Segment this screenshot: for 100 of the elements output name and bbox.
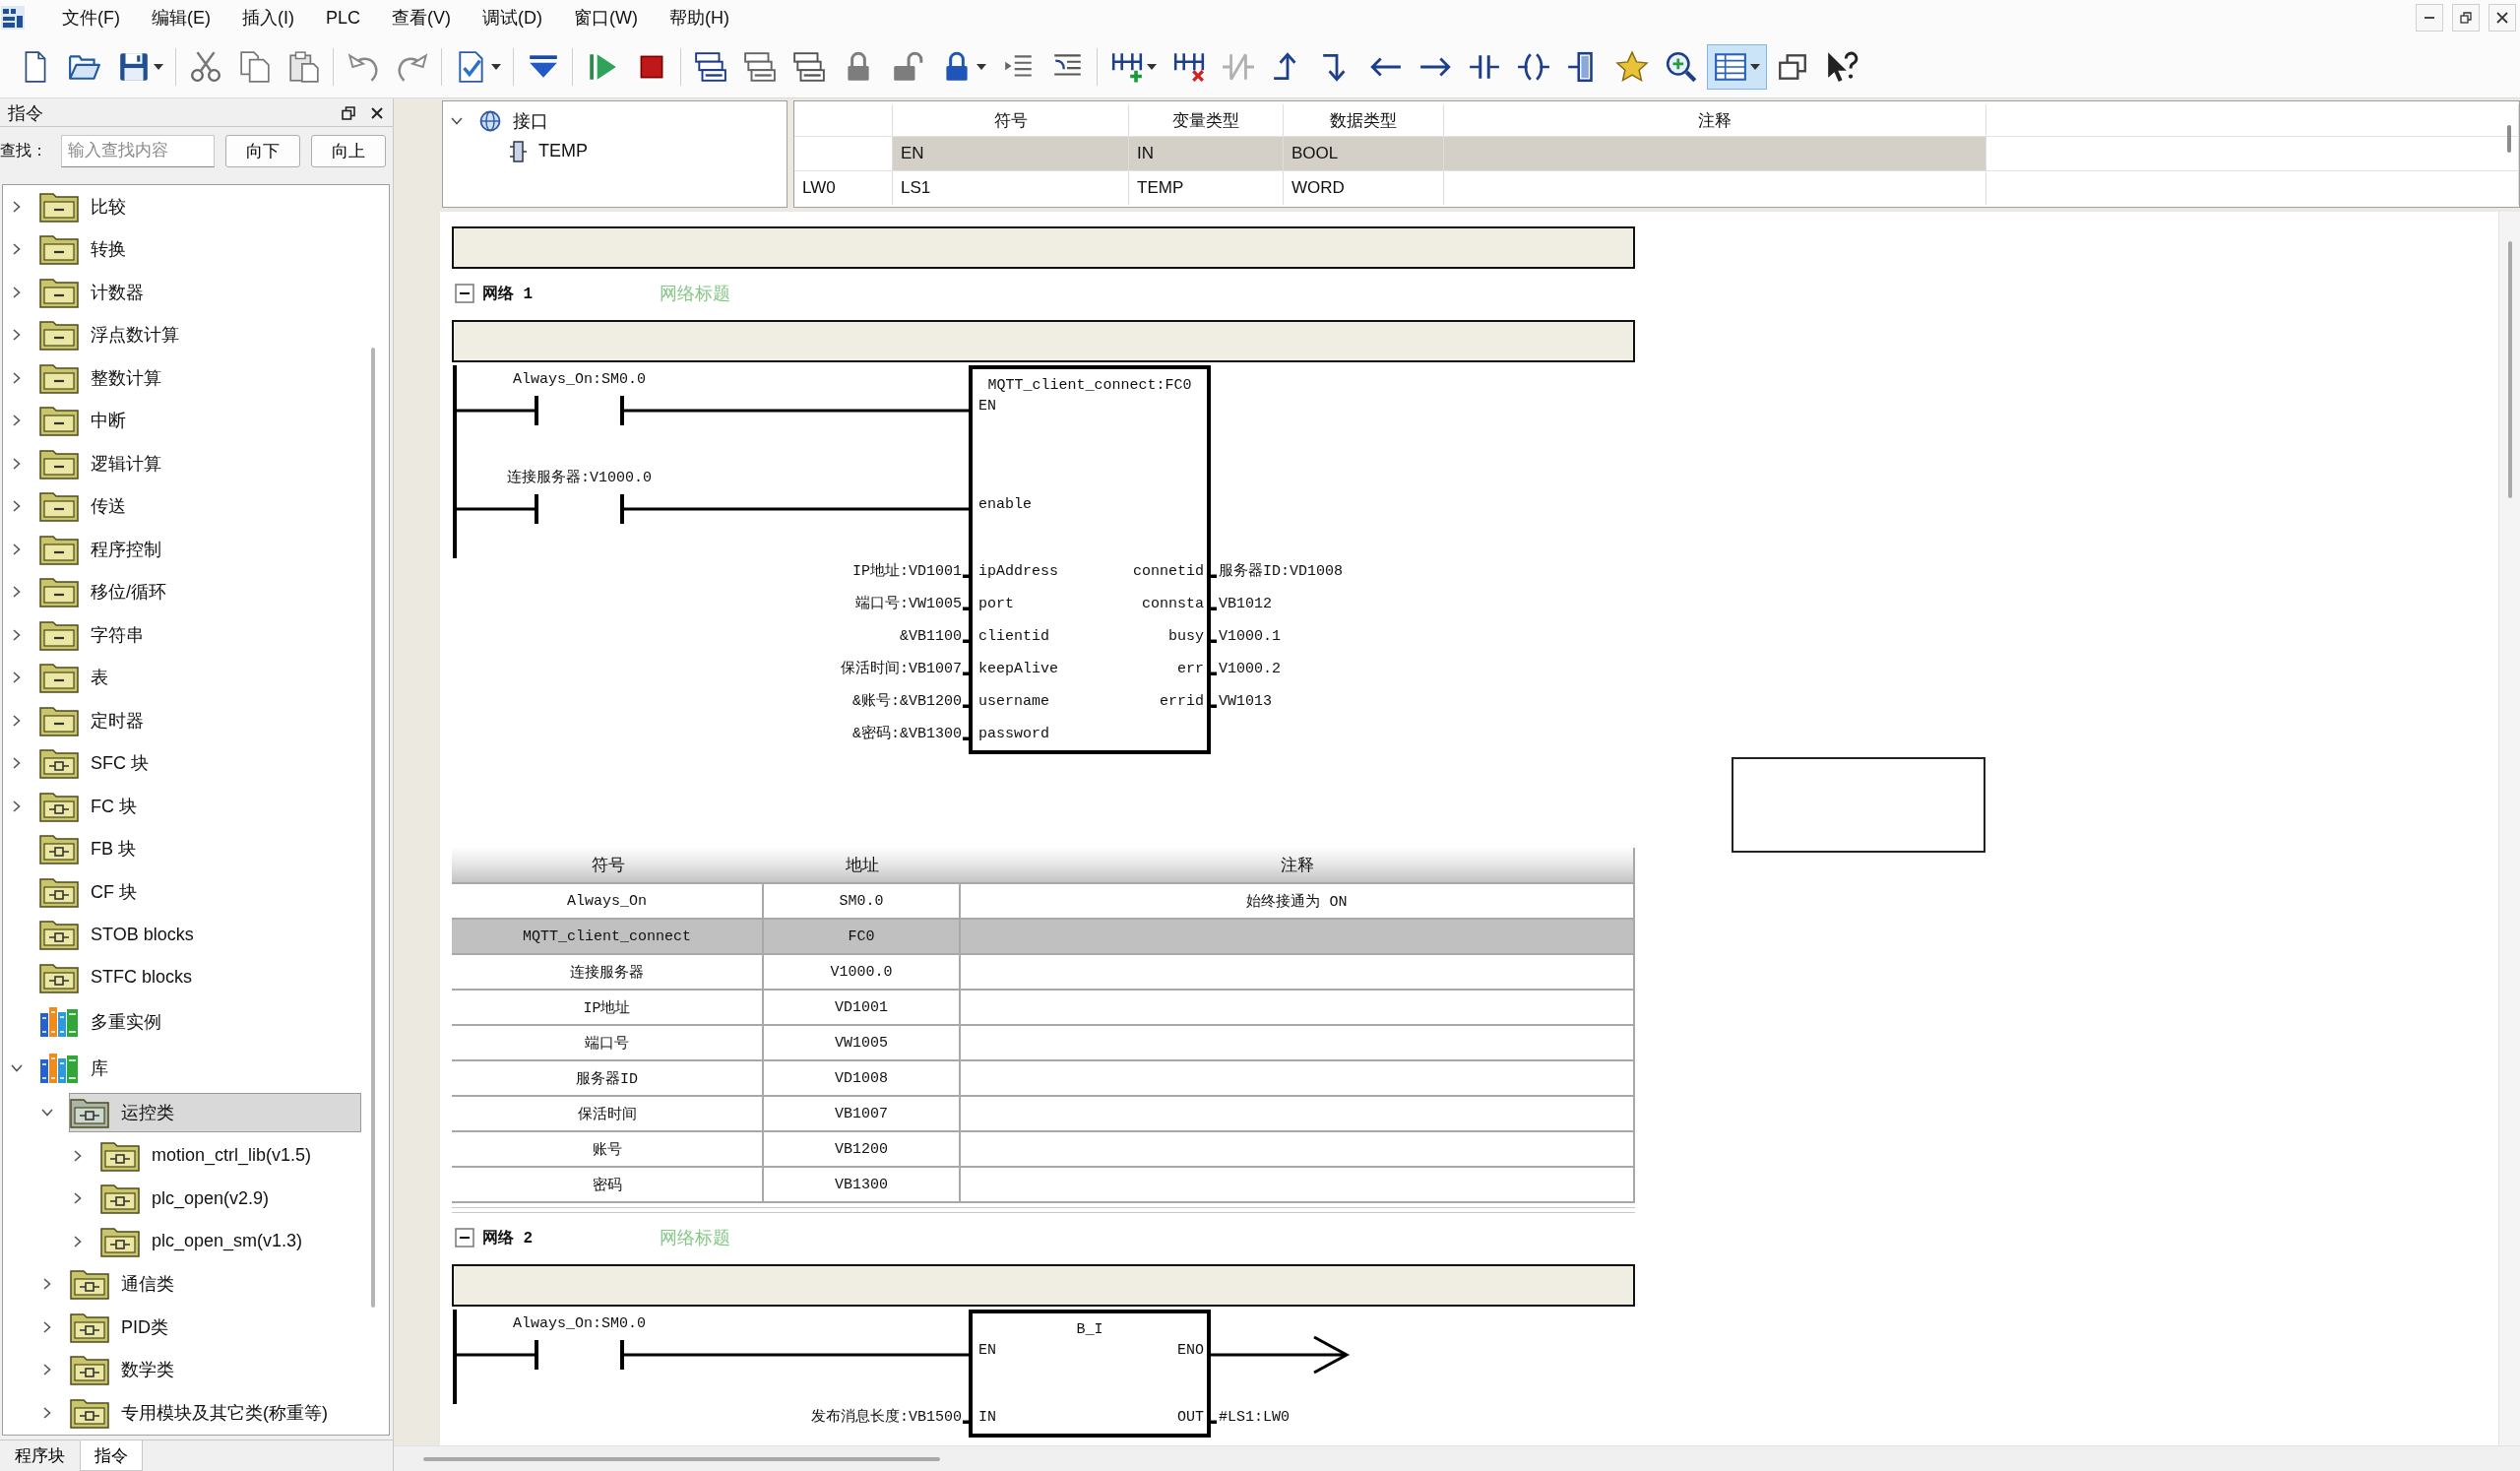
table-row[interactable]: 账号 VB1200 xyxy=(452,1130,1633,1166)
collapse-icon[interactable] xyxy=(455,1228,474,1247)
tree-item[interactable]: 中断 xyxy=(38,401,361,441)
menu-item[interactable]: 帮助(H) xyxy=(654,3,745,32)
panel-tab[interactable]: 程序块 xyxy=(0,1440,80,1471)
menu-item[interactable]: 编辑(E) xyxy=(136,3,226,32)
scroll-thumb[interactable] xyxy=(371,348,375,1308)
chevron-right-icon[interactable] xyxy=(74,1149,82,1162)
tree-item[interactable]: CF 块 xyxy=(38,871,361,912)
tree-item[interactable]: plc_open_sm(v1.3) xyxy=(99,1221,361,1261)
tree-item[interactable]: 整数计算 xyxy=(38,357,361,398)
tree-item[interactable]: 计数器 xyxy=(38,272,361,312)
horizontal-scrollbar[interactable] xyxy=(394,1445,2520,1471)
overlapping-windows-icon[interactable] xyxy=(342,106,355,120)
tree-item[interactable]: SFC 块 xyxy=(38,743,361,784)
menu-item[interactable]: 插入(I) xyxy=(226,3,310,32)
normally-open-contact[interactable] xyxy=(535,494,624,524)
table-row[interactable]: 保活时间 VB1007 xyxy=(452,1095,1633,1130)
restore-button[interactable] xyxy=(2452,4,2480,32)
chevron-right-icon[interactable] xyxy=(13,371,21,384)
table-row[interactable]: 端口号 VW1005 xyxy=(452,1024,1633,1059)
tree-item[interactable]: PID类 xyxy=(69,1307,361,1347)
chevron-right-icon[interactable] xyxy=(13,543,21,555)
comment-field[interactable] xyxy=(452,226,1635,269)
table-row[interactable]: 服务器ID VD1008 xyxy=(452,1059,1633,1095)
chevron-down-icon[interactable] xyxy=(11,1064,23,1072)
menu-item[interactable]: 文件(F) xyxy=(46,3,136,32)
collapse-icon[interactable] xyxy=(455,284,474,303)
tree-item[interactable]: 定时器 xyxy=(38,700,361,740)
panel-tab[interactable]: 指令 xyxy=(80,1440,143,1471)
table-row[interactable]: IP地址 VD1001 xyxy=(452,989,1633,1024)
chevron-right-icon[interactable] xyxy=(13,415,21,427)
chevron-right-icon[interactable] xyxy=(43,1278,51,1291)
chevron-right-icon[interactable] xyxy=(74,1235,82,1247)
chevron-right-icon[interactable] xyxy=(13,500,21,513)
tree-item[interactable]: 逻辑计算 xyxy=(38,443,361,483)
chevron-right-icon[interactable] xyxy=(13,586,21,599)
function-block[interactable] xyxy=(969,365,1211,754)
chevron-right-icon[interactable] xyxy=(13,243,21,256)
tree-item[interactable]: 表 xyxy=(38,658,361,698)
chevron-right-icon[interactable] xyxy=(43,1320,51,1333)
table-row[interactable]: MQTT_client_connect FC0 xyxy=(452,918,1633,953)
chevron-down-icon[interactable] xyxy=(41,1109,53,1118)
tree-item[interactable]: 转换 xyxy=(38,229,361,270)
chevron-right-icon[interactable] xyxy=(43,1364,51,1376)
search-button[interactable]: 向下 xyxy=(225,134,300,167)
function-block[interactable] xyxy=(969,1310,1211,1438)
chevron-right-icon[interactable] xyxy=(13,286,21,298)
chevron-right-icon[interactable] xyxy=(13,329,21,342)
tree-item[interactable]: FB 块 xyxy=(38,829,361,869)
table-row[interactable]: LW0 LS1 TEMP WORD xyxy=(794,170,2519,205)
tree-item[interactable]: 通信类 xyxy=(69,1264,361,1305)
tree-item[interactable]: 库 xyxy=(38,1049,361,1088)
chevron-right-icon[interactable] xyxy=(13,200,21,213)
chevron-right-icon[interactable] xyxy=(13,628,21,641)
tree-item[interactable]: plc_open(v2.9) xyxy=(99,1179,361,1219)
menu-item[interactable]: PLC xyxy=(310,3,376,32)
tree-item[interactable]: motion_ctrl_lib(v1.5) xyxy=(99,1135,361,1176)
minimize-button[interactable] xyxy=(2416,4,2443,32)
chevron-right-icon[interactable] xyxy=(43,1406,51,1419)
tree-item[interactable]: 数学类 xyxy=(69,1350,361,1390)
tree-item[interactable]: 浮点数计算 xyxy=(38,315,361,355)
tree-item[interactable]: STOB blocks xyxy=(38,915,361,955)
scroll-thumb[interactable] xyxy=(423,1456,940,1461)
tree-item[interactable]: 传送 xyxy=(38,486,361,527)
menu-item[interactable]: 查看(V) xyxy=(376,3,467,32)
chevron-right-icon[interactable] xyxy=(13,799,21,812)
tree-item[interactable]: 字符串 xyxy=(38,614,361,655)
tree-item[interactable]: 接口 xyxy=(474,107,553,134)
table-row[interactable]: 密码 VB1300 xyxy=(452,1166,1633,1201)
normally-open-contact[interactable] xyxy=(535,396,624,425)
vertical-scrollbar[interactable] xyxy=(2498,212,2520,1445)
tree-item[interactable]: 运控类 xyxy=(69,1093,361,1133)
menu-item[interactable]: 窗口(W) xyxy=(558,3,654,32)
tree-item[interactable]: 移位/循环 xyxy=(38,572,361,612)
scroll-thumb[interactable] xyxy=(2507,125,2511,153)
tree-item[interactable]: 比较 xyxy=(38,186,361,226)
tree-item[interactable]: TEMP xyxy=(505,139,593,163)
chevron-right-icon[interactable] xyxy=(13,672,21,684)
normally-open-contact[interactable] xyxy=(535,1340,624,1370)
search-field[interactable]: 输入查找内容 xyxy=(61,134,215,167)
tree-item[interactable]: FC 块 xyxy=(38,786,361,826)
chevron-right-icon[interactable] xyxy=(74,1192,82,1205)
menu-item[interactable]: 调试(D) xyxy=(467,3,558,32)
table-row[interactable]: EN IN BOOL xyxy=(794,136,2519,170)
tree-item[interactable]: STFC blocks xyxy=(38,957,361,997)
tree-item[interactable]: 专用模块及其它类(称重等) xyxy=(69,1392,361,1433)
chevron-right-icon[interactable] xyxy=(13,757,21,770)
tree-item[interactable]: 多重实例 xyxy=(38,1002,361,1042)
comment-field[interactable] xyxy=(452,1264,1635,1307)
search-button[interactable]: 向上 xyxy=(311,134,386,167)
chevron-right-icon[interactable] xyxy=(13,714,21,727)
close-icon[interactable] xyxy=(371,107,383,119)
chevron-down-icon[interactable] xyxy=(451,116,463,125)
table-row[interactable]: 连接服务器 V1000.0 xyxy=(452,953,1633,989)
scroll-thumb[interactable] xyxy=(2507,241,2512,498)
chevron-right-icon[interactable] xyxy=(13,457,21,470)
close-button[interactable] xyxy=(2488,4,2516,32)
comment-field[interactable] xyxy=(452,320,1635,362)
tree-item[interactable]: 程序控制 xyxy=(38,529,361,569)
